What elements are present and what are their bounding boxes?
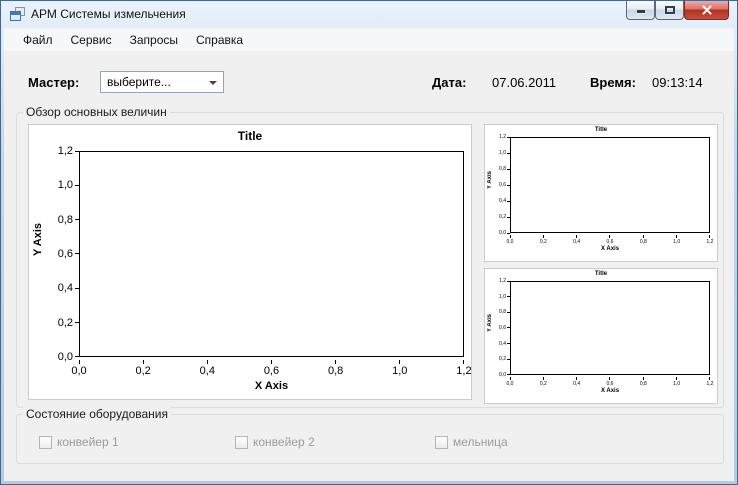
- checkbox-label: мельница: [453, 435, 508, 449]
- master-combobox[interactable]: выберите...: [100, 71, 224, 93]
- tick-label: 0,6: [603, 235, 617, 245]
- tick-label: 0,6: [499, 182, 510, 188]
- checkbox-mill[interactable]: мельница: [435, 435, 508, 449]
- chart-title: Title: [594, 127, 608, 133]
- x-tick-labels: 0,0 0,2 0,4 0,6 0,8 1,0 1,2: [66, 360, 477, 377]
- menu-item-service[interactable]: Сервис: [62, 30, 121, 50]
- plot-area: [79, 151, 464, 357]
- y-axis-label: Y Axis: [486, 170, 493, 189]
- chart-title: Title: [594, 271, 608, 277]
- checkbox-conveyor-2[interactable]: конвейер 2: [235, 435, 315, 449]
- app-window: АРМ Системы измельчения Файл Сервис Запр…: [0, 0, 738, 485]
- window-controls: [626, 1, 729, 20]
- tick-label: 0,4: [58, 282, 79, 294]
- tick-label: 0,8: [323, 360, 349, 377]
- minimize-button[interactable]: [626, 1, 655, 20]
- chart-title: Title: [237, 129, 263, 143]
- status-groupbox-title: Состояние оборудования: [23, 407, 171, 421]
- tick-label: 0,8: [636, 377, 650, 387]
- menu-item-help[interactable]: Справка: [187, 30, 252, 50]
- y-tick-labels: 1,2 1,0 0,8 0,6 0,4 0,2 0,0: [41, 145, 79, 363]
- tick-label: 1,0: [58, 179, 79, 191]
- menu-item-file[interactable]: Файл: [14, 30, 62, 50]
- date-value: 07.06.2011: [492, 75, 557, 90]
- small-chart-bottom: Title Y Axis 1,2 1,0 0,8 0,6 0,4 0,2 0,0 0,0 0,…: [484, 268, 718, 404]
- app-icon-front-layer: [10, 11, 21, 21]
- tick-label: 1,0: [670, 377, 684, 387]
- tick-label: 0,6: [258, 360, 284, 377]
- tick-label: 0,2: [499, 214, 510, 220]
- y-tick-labels: 1,2 1,0 0,8 0,6 0,4 0,2 0,0: [493, 134, 510, 236]
- tick-label: 1,0: [387, 360, 413, 377]
- maximize-icon: [664, 6, 675, 14]
- chevron-down-icon: [209, 81, 217, 85]
- tick-label: 0,0: [503, 235, 517, 245]
- tick-label: 0,8: [499, 309, 510, 315]
- tick-label: 1,0: [670, 235, 684, 245]
- date-label: Дата:: [432, 75, 467, 90]
- master-combobox-value: выберите...: [107, 75, 171, 89]
- tick-label: 0,4: [499, 341, 510, 347]
- tick-label: 0,6: [58, 248, 79, 260]
- checkbox-label: конвейер 1: [57, 435, 119, 449]
- menu-bar: Файл Сервис Запросы Справка: [4, 29, 734, 51]
- main-chart: Title Y Axis 1,2 1,0 0,8 0,6 0,4 0,2 0,0 0,0 0,…: [28, 124, 472, 400]
- tick-label: 1,2: [499, 278, 510, 284]
- close-button[interactable]: [684, 1, 729, 20]
- tick-label: 1,0: [499, 150, 510, 156]
- time-value: 09:13:14: [652, 75, 703, 90]
- tick-label: 0,0: [503, 377, 517, 387]
- checkbox-box: [235, 435, 248, 449]
- y-axis-label: Y Axis: [486, 313, 493, 332]
- status-groupbox: Состояние оборудования конвейер 1 конвей…: [16, 407, 724, 464]
- x-axis-label: X Axis: [600, 246, 620, 252]
- window-title: АРМ Системы измельчения: [31, 7, 186, 21]
- time-label: Время:: [590, 75, 636, 90]
- plot-area: [510, 137, 710, 233]
- menu-item-queries[interactable]: Запросы: [121, 30, 187, 50]
- plot-area: [510, 281, 710, 375]
- tick-label: 0,0: [66, 360, 92, 377]
- minimize-icon: [636, 10, 645, 13]
- tick-label: 0,2: [130, 360, 156, 377]
- tick-label: 0,6: [603, 377, 617, 387]
- tick-label: 0,6: [499, 325, 510, 331]
- client-area: Файл Сервис Запросы Справка Мастер: выбе…: [4, 27, 734, 481]
- checkbox-label: конвейер 2: [253, 435, 315, 449]
- tick-label: 1,2: [499, 134, 510, 140]
- x-tick-labels: 0,0 0,2 0,4 0,6 0,8 1,0 1,2: [503, 235, 717, 245]
- tick-label: 0,2: [499, 356, 510, 362]
- maximize-button[interactable]: [655, 1, 684, 20]
- tick-label: 0,2: [536, 377, 550, 387]
- overview-groupbox-title: Обзор основных величин: [23, 105, 170, 119]
- checkbox-box: [435, 435, 448, 449]
- tick-label: 0,4: [499, 198, 510, 204]
- tick-label: 0,2: [58, 317, 79, 329]
- tick-label: 0,8: [58, 214, 79, 226]
- checkbox-conveyor-1[interactable]: конвейер 1: [39, 435, 119, 449]
- x-axis-label: X Axis: [600, 388, 620, 394]
- tick-label: 0,8: [636, 235, 650, 245]
- master-label: Мастер:: [28, 75, 80, 90]
- tick-label: 0,4: [570, 235, 584, 245]
- tick-label: 0,8: [499, 166, 510, 172]
- tick-label: 0,2: [536, 235, 550, 245]
- y-tick-labels: 1,2 1,0 0,8 0,6 0,4 0,2 0,0: [493, 278, 510, 378]
- close-icon: [701, 4, 713, 16]
- tick-label: 0,4: [194, 360, 220, 377]
- tick-label: 1,2: [703, 377, 717, 387]
- small-chart-top: Title Y Axis 1,2 1,0 0,8 0,6 0,4 0,2 0,0 0,0 0,…: [484, 124, 718, 262]
- overview-groupbox: Обзор основных величин Title Y Axis 1,2 1…: [16, 105, 724, 408]
- tick-label: 1,2: [703, 235, 717, 245]
- tick-label: 1,2: [451, 360, 477, 377]
- tick-label: 0,4: [570, 377, 584, 387]
- x-axis-label: X Axis: [254, 380, 289, 392]
- tick-label: 1,0: [499, 294, 510, 300]
- x-tick-labels: 0,0 0,2 0,4 0,6 0,8 1,0 1,2: [503, 377, 717, 387]
- checkbox-box: [39, 435, 52, 449]
- tick-label: 1,2: [58, 145, 79, 157]
- app-icon: [10, 7, 25, 21]
